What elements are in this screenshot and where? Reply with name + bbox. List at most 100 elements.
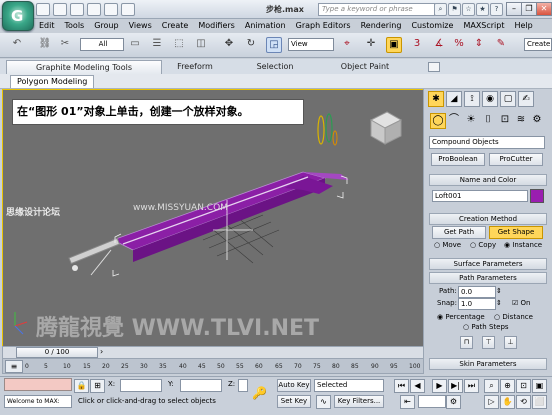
tab-graphite-modeling-tools[interactable]: Graphite Modeling Tools xyxy=(6,60,162,74)
time-slider-thumb[interactable]: 0 / 100 xyxy=(16,347,98,358)
curve-icon[interactable]: ∿ xyxy=(316,395,331,409)
save-file-icon[interactable] xyxy=(70,3,84,16)
use-pivot-center-icon[interactable]: ⌖ xyxy=(340,37,354,51)
lights-category-icon[interactable]: ☀ xyxy=(464,113,478,127)
systems-category-icon[interactable]: ⚙ xyxy=(530,113,544,127)
viewcube-icon[interactable] xyxy=(369,111,403,145)
rollout-surface-parameters[interactable]: Surface Parameters xyxy=(429,258,547,270)
snap-on-checkbox[interactable]: ☑ On xyxy=(512,298,530,308)
select-and-scale-icon[interactable]: ◲ xyxy=(266,37,282,53)
named-selection-dropdown[interactable]: Create xyxy=(524,37,552,51)
play-icon[interactable]: ▶ xyxy=(432,379,447,393)
menu-tools[interactable]: Tools xyxy=(60,19,90,32)
menu-views[interactable]: Views xyxy=(124,19,157,32)
z-coordinate-field[interactable] xyxy=(238,379,248,392)
spacewarps-category-icon[interactable]: ≋ xyxy=(514,113,528,127)
select-and-manipulate-icon[interactable]: ✛ xyxy=(364,37,378,51)
tab-freeform[interactable]: Freeform xyxy=(160,60,230,73)
next-frame-button-icon[interactable]: ▶| xyxy=(448,379,463,393)
mini-curve-editor-icon[interactable]: ≡ xyxy=(5,360,23,373)
edit-named-selection-icon[interactable]: ✎ xyxy=(494,37,508,51)
y-coordinate-field[interactable] xyxy=(180,379,222,392)
utilities-tab-icon[interactable]: ✍ xyxy=(518,91,534,107)
open-file-icon[interactable] xyxy=(53,3,67,16)
menu-rendering[interactable]: Rendering xyxy=(356,19,407,32)
zoom-extents-icon[interactable]: ⊡ xyxy=(516,379,531,393)
rollout-name-and-color[interactable]: Name and Color xyxy=(429,174,547,186)
absolute-mode-icon[interactable]: ⊞ xyxy=(90,379,105,393)
auto-key-button[interactable]: Auto Key xyxy=(277,379,311,392)
key-filters-button[interactable]: Key Filters... xyxy=(334,395,384,408)
distance-radio[interactable]: ○ Distance xyxy=(494,312,533,322)
rollout-creation-method[interactable]: Creation Method xyxy=(429,213,547,225)
pan-view-icon[interactable]: ✋ xyxy=(500,395,515,409)
perspective-viewport[interactable] xyxy=(2,89,424,347)
cameras-category-icon[interactable]: ⌷ xyxy=(481,113,495,127)
select-and-link-icon[interactable]: ⛓ xyxy=(38,37,52,51)
menu-create[interactable]: Create xyxy=(157,19,194,32)
set-key-mode-icon[interactable]: 🔑 xyxy=(252,386,267,400)
search-icon[interactable]: ⌕ xyxy=(434,3,447,16)
keyboard-shortcut-override-icon[interactable]: ▣ xyxy=(386,37,402,53)
select-and-move-icon[interactable]: ✥ xyxy=(222,37,236,51)
close-button[interactable]: ✕ xyxy=(536,2,552,16)
maxscript-listener-field[interactable]: Welcome to MAX: xyxy=(4,395,72,408)
redo-icon[interactable] xyxy=(104,3,118,16)
undo-icon[interactable] xyxy=(87,3,101,16)
pick-shape-icon[interactable]: ⊓ xyxy=(460,336,473,349)
helpers-category-icon[interactable]: ⊡ xyxy=(498,113,512,127)
time-configuration-icon[interactable]: ⚙ xyxy=(446,395,461,409)
undo-toolbar-icon[interactable]: ↶ xyxy=(10,37,24,51)
field-of-view-icon[interactable]: ▷ xyxy=(484,395,499,409)
object-type-dropdown[interactable]: Compound Objects xyxy=(429,136,545,149)
create-tab-icon[interactable]: ✱ xyxy=(428,91,444,107)
menu-customize[interactable]: Customize xyxy=(406,19,458,32)
snaps-toggle-icon[interactable]: 3 xyxy=(410,37,424,51)
application-button[interactable]: G xyxy=(2,1,34,31)
go-to-end-icon[interactable]: ⏭ xyxy=(464,379,479,393)
rollout-path-parameters[interactable]: Path Parameters xyxy=(429,272,547,284)
rectangular-selection-icon[interactable]: ⬚ xyxy=(172,37,186,51)
next-shape-icon[interactable]: ⊥ xyxy=(504,336,517,349)
favorites-icon[interactable]: ★ xyxy=(476,3,489,16)
modify-tab-icon[interactable]: ◢ xyxy=(446,91,462,107)
selection-lock-icon[interactable]: 🔒 xyxy=(74,379,89,393)
orbit-icon[interactable]: ⟲ xyxy=(516,395,531,409)
proboolean-button[interactable]: ProBoolean xyxy=(431,153,485,166)
tab-object-paint[interactable]: Object Paint xyxy=(320,60,410,73)
spinner-snap-icon[interactable]: ⇕ xyxy=(472,37,486,51)
menu-edit[interactable]: Edit xyxy=(34,19,60,32)
unlink-icon[interactable]: ✂ xyxy=(58,37,72,51)
menu-help[interactable]: Help xyxy=(510,19,538,32)
go-to-start-icon[interactable]: ⏮ xyxy=(394,379,409,393)
geometry-category-icon[interactable]: ◯ xyxy=(430,113,446,129)
shapes-category-icon[interactable]: ⌒ xyxy=(447,113,461,127)
hierarchy-tab-icon[interactable]: ⟟ xyxy=(464,91,480,107)
get-shape-button[interactable]: Get Shape xyxy=(489,226,543,239)
instance-radio[interactable]: ◉ Instance xyxy=(504,240,542,250)
display-tab-icon[interactable]: ▢ xyxy=(500,91,516,107)
key-filter-selection-dropdown[interactable]: Selected xyxy=(314,379,384,392)
subscription-icon[interactable]: ⚑ xyxy=(448,3,461,16)
menu-modifiers[interactable]: Modifiers xyxy=(193,19,240,32)
procutter-button[interactable]: ProCutter xyxy=(489,153,543,166)
set-key-button[interactable]: Set Key xyxy=(277,395,311,408)
current-frame-field[interactable] xyxy=(418,395,446,408)
select-by-name-icon[interactable]: ☰ xyxy=(150,37,164,51)
menu-group[interactable]: Group xyxy=(89,19,123,32)
communication-center-icon[interactable]: ☆ xyxy=(462,3,475,16)
maximize-viewport-icon[interactable]: ⬜ xyxy=(532,395,547,409)
tab-selection[interactable]: Selection xyxy=(240,60,310,73)
get-path-button[interactable]: Get Path xyxy=(432,226,486,239)
menu-graph-editors[interactable]: Graph Editors xyxy=(291,19,356,32)
window-crossing-icon[interactable]: ◫ xyxy=(194,37,208,51)
percent-snap-icon[interactable]: % xyxy=(452,37,466,51)
search-input[interactable]: Type a keyword or phrase xyxy=(318,3,435,16)
path-spinner-icon[interactable]: ⇕ xyxy=(496,286,502,296)
zoom-extents-all-icon[interactable]: ▣ xyxy=(532,379,547,393)
select-object-icon[interactable]: ▭ xyxy=(128,37,142,51)
reference-coord-dropdown[interactable]: View xyxy=(288,37,334,51)
zoom-icon[interactable]: ⌕ xyxy=(484,379,499,393)
new-file-icon[interactable] xyxy=(36,3,50,16)
help-icon[interactable]: ? xyxy=(490,3,503,16)
